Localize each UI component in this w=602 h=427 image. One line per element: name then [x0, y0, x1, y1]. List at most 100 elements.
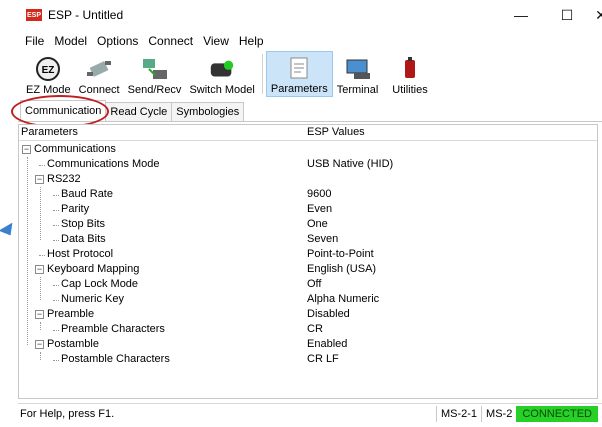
table-row[interactable]: Cap Lock Mode Off: [19, 277, 597, 292]
tree-line: [40, 277, 41, 300]
parameters-icon: [285, 55, 313, 81]
switch-model-label: Switch Model: [189, 84, 255, 96]
collapse-icon[interactable]: −: [35, 310, 44, 319]
menu-connect[interactable]: Connect: [143, 34, 198, 48]
tree-connector: [53, 285, 59, 286]
annotation-arrow: [0, 222, 18, 240]
table-row[interactable]: Postamble Characters CR LF: [19, 352, 597, 367]
send-recv-button[interactable]: Send/Recv: [124, 51, 186, 97]
tree-connector: [53, 330, 59, 331]
send-recv-icon: [141, 56, 169, 82]
tab-symbologies[interactable]: Symbologies: [171, 102, 245, 121]
parameters-label: Parameters: [270, 83, 328, 95]
status-help-text: For Help, press F1.: [20, 407, 115, 420]
param-name: Stop Bits: [61, 218, 106, 230]
utilities-icon: [396, 56, 424, 82]
param-name: Parity: [61, 203, 90, 215]
tree-connector: [53, 195, 59, 196]
close-button[interactable]: ✕: [578, 0, 602, 30]
tree-connector: [53, 360, 59, 361]
status-bar: For Help, press F1. MS-2-1 MS-2 CONNECTE…: [18, 403, 602, 423]
table-row[interactable]: Communications Mode USB Native (HID): [19, 157, 597, 172]
table-row[interactable]: − Postamble Enabled: [19, 337, 597, 352]
param-value[interactable]: Even: [307, 202, 332, 217]
table-row[interactable]: Preamble Characters CR: [19, 322, 597, 337]
param-value[interactable]: 9600: [307, 187, 331, 202]
param-value[interactable]: Off: [307, 277, 321, 292]
tree-connector: [39, 165, 45, 166]
param-value[interactable]: Disabled: [307, 307, 350, 322]
tree-connector: [53, 225, 59, 226]
column-header-parameters[interactable]: Parameters: [19, 125, 307, 140]
param-name: Cap Lock Mode: [61, 278, 139, 290]
parameters-button[interactable]: Parameters: [265, 51, 333, 97]
table-row[interactable]: Host Protocol Point-to-Point: [19, 247, 597, 262]
column-header-values[interactable]: ESP Values: [307, 125, 365, 140]
param-name: Host Protocol: [47, 248, 114, 260]
table-row[interactable]: − RS232: [19, 172, 597, 187]
tab-read-cycle[interactable]: Read Cycle: [105, 102, 173, 121]
param-name: Communications Mode: [47, 158, 160, 170]
title-bar: ESP ESP - Untitled — ☐ ✕: [18, 0, 602, 30]
param-name: Baud Rate: [61, 188, 113, 200]
param-name: Postamble: [47, 338, 99, 350]
table-row[interactable]: − Communications: [19, 142, 597, 157]
connect-button[interactable]: Connect: [75, 51, 124, 97]
table-row[interactable]: − Keyboard Mapping English (USA): [19, 262, 597, 277]
param-name: RS232: [47, 173, 81, 185]
param-name: Numeric Key: [61, 293, 124, 305]
param-value[interactable]: Enabled: [307, 337, 347, 352]
tree-line: [27, 157, 28, 345]
tree-connector: [39, 255, 45, 256]
table-row[interactable]: − Preamble Disabled: [19, 307, 597, 322]
terminal-label: Terminal: [336, 84, 379, 96]
collapse-icon[interactable]: −: [35, 265, 44, 274]
param-value[interactable]: English (USA): [307, 262, 376, 277]
send-recv-label: Send/Recv: [127, 84, 182, 96]
param-value[interactable]: Seven: [307, 232, 338, 247]
table-row[interactable]: Numeric Key Alpha Numeric: [19, 292, 597, 307]
param-value[interactable]: CR: [307, 322, 323, 337]
param-name: Preamble Characters: [61, 323, 165, 335]
terminal-icon: [344, 56, 372, 82]
utilities-label: Utilities: [392, 84, 428, 96]
param-value[interactable]: USB Native (HID): [307, 157, 393, 172]
minimize-button[interactable]: —: [498, 0, 544, 30]
param-value[interactable]: One: [307, 217, 328, 232]
ez-mode-button[interactable]: EZ EZ Mode: [22, 51, 75, 97]
table-row[interactable]: Baud Rate 9600: [19, 187, 597, 202]
status-model-1: MS-2-1: [435, 405, 481, 422]
collapse-icon[interactable]: −: [35, 175, 44, 184]
svg-text:EZ: EZ: [42, 65, 55, 76]
param-name: Preamble: [47, 308, 95, 320]
menu-file[interactable]: File: [20, 34, 49, 48]
switch-model-button[interactable]: Switch Model: [185, 51, 258, 97]
tree-line: [40, 352, 41, 360]
tree-line: [40, 322, 41, 330]
grid-header: Parameters ESP Values: [19, 125, 597, 141]
param-name: Communications: [34, 143, 116, 155]
switch-model-icon: [208, 56, 236, 82]
status-model-2: MS-2: [481, 405, 516, 422]
tree-line: [40, 187, 41, 240]
menu-view[interactable]: View: [198, 34, 234, 48]
connect-label: Connect: [78, 84, 120, 96]
table-row[interactable]: Parity Even: [19, 202, 597, 217]
table-row[interactable]: Data Bits Seven: [19, 232, 597, 247]
terminal-button[interactable]: Terminal: [333, 51, 383, 97]
menu-model[interactable]: Model: [49, 34, 92, 48]
param-value[interactable]: Point-to-Point: [307, 247, 374, 262]
tree-connector: [53, 300, 59, 301]
menu-options[interactable]: Options: [92, 34, 143, 48]
toolbar: EZ EZ Mode Connect Send/Recv Switch Mode…: [18, 51, 602, 97]
param-value[interactable]: Alpha Numeric: [307, 292, 379, 307]
menu-help[interactable]: Help: [234, 34, 269, 48]
utilities-button[interactable]: Utilities: [382, 51, 437, 97]
collapse-icon[interactable]: −: [35, 340, 44, 349]
param-value[interactable]: CR LF: [307, 352, 339, 367]
param-name: Data Bits: [61, 233, 106, 245]
collapse-icon[interactable]: −: [22, 145, 31, 154]
app-icon: ESP: [26, 9, 42, 21]
ez-mode-icon: EZ: [34, 56, 62, 82]
table-row[interactable]: Stop Bits One: [19, 217, 597, 232]
